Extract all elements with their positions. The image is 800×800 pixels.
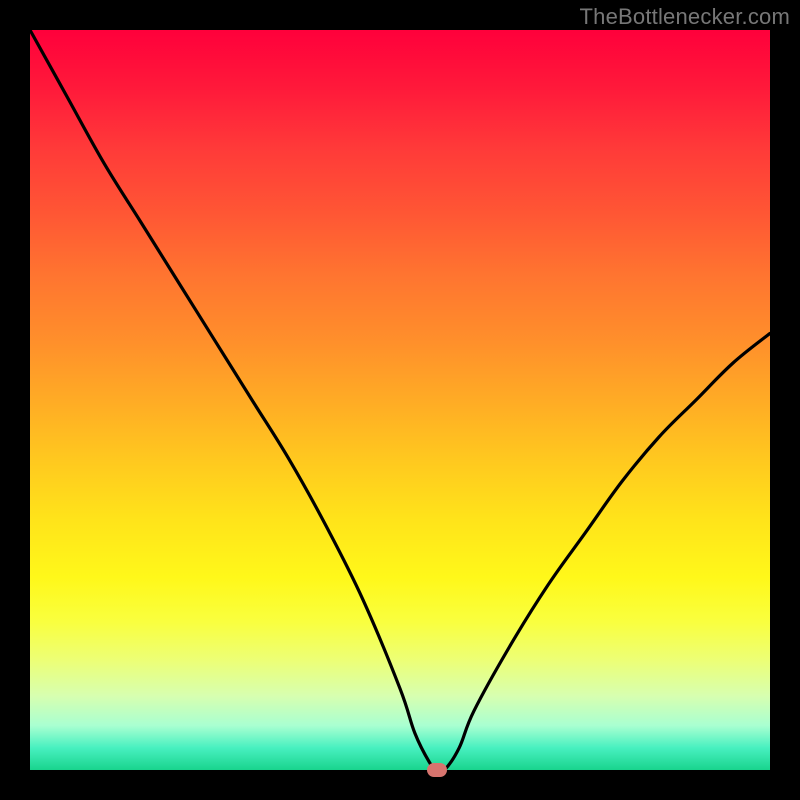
watermark-label: TheBottlenecker.com [580, 4, 790, 30]
plot-area [30, 30, 770, 770]
optimum-marker [427, 763, 447, 777]
chart-frame: TheBottlenecker.com [0, 0, 800, 800]
bottleneck-curve [30, 30, 770, 770]
